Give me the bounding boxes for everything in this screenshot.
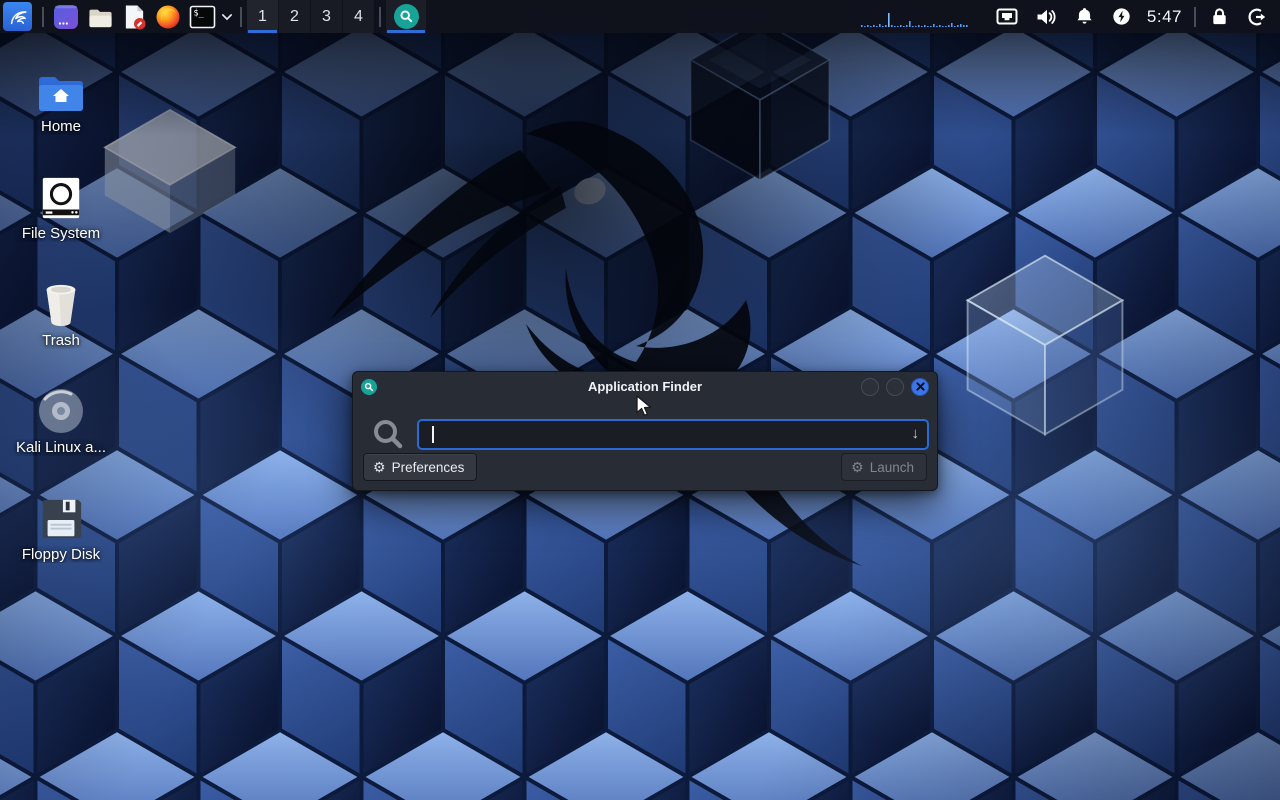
window-icon (361, 379, 377, 395)
close-button[interactable] (911, 378, 929, 396)
top-panel: $_ 1 2 3 4 (0, 0, 1280, 33)
panel-separator (42, 7, 44, 27)
magnifier-icon (364, 382, 374, 392)
network-tray-button[interactable] (996, 8, 1018, 25)
lock-icon (1210, 7, 1229, 26)
panel-separator (379, 7, 381, 27)
desktop-icon-file-system[interactable]: File System (2, 165, 120, 242)
clock[interactable]: 5:47 (1147, 7, 1182, 27)
preferences-button-label: Preferences (392, 460, 465, 475)
gear-icon: ⚙ (373, 460, 386, 474)
terminal-icon: $_ (189, 5, 216, 29)
desktop-icon-kali-linux[interactable]: Kali Linux a... (2, 379, 120, 456)
application-finder-task-icon (394, 4, 419, 29)
cpu-graph (861, 0, 971, 33)
home-folder-icon (2, 58, 120, 114)
close-icon (916, 382, 925, 391)
maximize-button[interactable] (886, 378, 904, 396)
purple-app-icon (53, 4, 79, 30)
launch-gear-icon: ⚙ (851, 460, 864, 474)
workspace-4[interactable]: 4 (343, 0, 374, 33)
launcher-text-editor[interactable] (117, 0, 151, 33)
terminal-dropdown-chevron[interactable] (219, 0, 235, 33)
preferences-button[interactable]: ⚙ Preferences (363, 453, 477, 481)
minimize-button[interactable] (861, 378, 879, 396)
titlebar[interactable]: Application Finder (353, 372, 937, 401)
workspace-label: 1 (258, 8, 267, 26)
volume-tray-button[interactable] (1036, 8, 1057, 26)
power-battery-icon (1112, 7, 1131, 26)
chevron-down-icon (221, 12, 233, 22)
power-manager-tray-button[interactable] (1112, 7, 1131, 26)
kali-disc-icon (2, 379, 120, 435)
desktop-icon-label: Kali Linux a... (2, 439, 120, 456)
trash-bin-icon (2, 272, 120, 328)
firefox-icon (155, 4, 181, 30)
active-workspace-underline (248, 30, 277, 33)
text-caret (432, 426, 434, 443)
workspace-1[interactable]: 1 (247, 0, 278, 33)
desktop-icon-trash[interactable]: Trash (2, 272, 120, 349)
floppy-disk-icon (2, 486, 120, 542)
desktop-icon-home[interactable]: Home (2, 58, 120, 135)
speaker-volume-icon (1036, 8, 1057, 26)
desktop: $_ 1 2 3 4 (0, 0, 1280, 800)
file-system-drive-icon (2, 165, 120, 221)
panel-separator (240, 7, 242, 27)
lock-screen-button[interactable] (1210, 7, 1229, 26)
logout-button[interactable] (1247, 7, 1267, 27)
window-title: Application Finder (353, 379, 937, 394)
launcher-terminal[interactable]: $_ (185, 0, 219, 33)
application-finder-window: Application Finder ↓ (352, 371, 938, 491)
launcher-purple-app[interactable] (49, 0, 83, 33)
workspace-label: 4 (354, 8, 363, 26)
logout-icon (1247, 7, 1267, 27)
launcher-firefox[interactable] (151, 0, 185, 33)
terminal-prompt-glyph: $_ (193, 8, 204, 18)
folder-icon (87, 5, 114, 29)
bell-icon (1075, 7, 1094, 26)
desktop-icon-label: File System (2, 225, 120, 242)
search-input-wrapper: ↓ (417, 419, 929, 450)
notifications-tray-button[interactable] (1075, 7, 1094, 26)
workspace-2[interactable]: 2 (279, 0, 310, 33)
search-row: ↓ (353, 412, 937, 456)
kali-dragon-icon (6, 5, 30, 29)
active-task-underline (387, 30, 425, 33)
launch-button-label: Launch (870, 460, 914, 475)
panel-separator (1194, 7, 1196, 27)
desktop-icon-label: Floppy Disk (2, 546, 120, 563)
desktop-icon-label: Trash (2, 332, 120, 349)
desktop-icon-label: Home (2, 118, 120, 135)
kali-menu-button[interactable] (3, 2, 32, 31)
magnifier-icon (399, 9, 414, 24)
text-editor-icon (122, 4, 147, 30)
launch-button[interactable]: ⚙ Launch (841, 453, 927, 481)
actions-row: ⚙ Preferences ⚙ Launch (363, 453, 927, 481)
dropdown-arrow-icon[interactable]: ↓ (912, 425, 920, 442)
search-input[interactable] (419, 421, 927, 448)
launcher-file-manager[interactable] (83, 0, 117, 33)
taskbar-application-finder[interactable] (386, 0, 426, 33)
workspace-label: 2 (290, 8, 299, 26)
workspace-3[interactable]: 3 (311, 0, 342, 33)
search-icon (372, 418, 405, 451)
network-icon (996, 8, 1018, 25)
desktop-icon-floppy-disk[interactable]: Floppy Disk (2, 486, 120, 563)
workspace-label: 3 (322, 8, 331, 26)
